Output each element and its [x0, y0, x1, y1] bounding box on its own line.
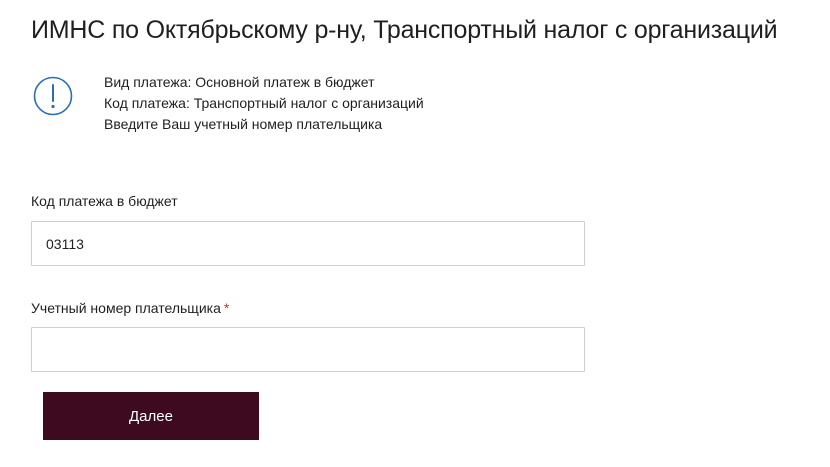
info-block: Вид платежа: Основной платеж в бюджет Ко…	[31, 72, 591, 140]
info-text: Вид платежа: Основной платеж в бюджет Ко…	[104, 72, 424, 135]
info-instruction: Введите Ваш учетный номер плательщика	[104, 116, 383, 132]
payment-page: ИМНС по Октябрьскому р-ну, Транспортный …	[0, 0, 830, 467]
payment-code-input[interactable]	[31, 221, 585, 266]
taxpayer-number-label: Учетный номер плательщика *	[31, 299, 229, 317]
payment-code-label: Код платежа в бюджет	[31, 193, 178, 209]
next-button[interactable]: Далее	[43, 392, 259, 440]
page-title: ИМНС по Октябрьскому р-ну, Транспортный …	[31, 16, 778, 44]
required-mark: *	[223, 300, 230, 316]
taxpayer-number-label-text: Учетный номер плательщика	[31, 300, 221, 316]
info-payment-type: Вид платежа: Основной платеж в бюджет	[104, 74, 375, 90]
exclamation-circle-icon	[31, 74, 75, 118]
info-payment-code: Код платежа: Транспортный налог с органи…	[104, 95, 424, 111]
taxpayer-number-input[interactable]	[31, 327, 585, 372]
